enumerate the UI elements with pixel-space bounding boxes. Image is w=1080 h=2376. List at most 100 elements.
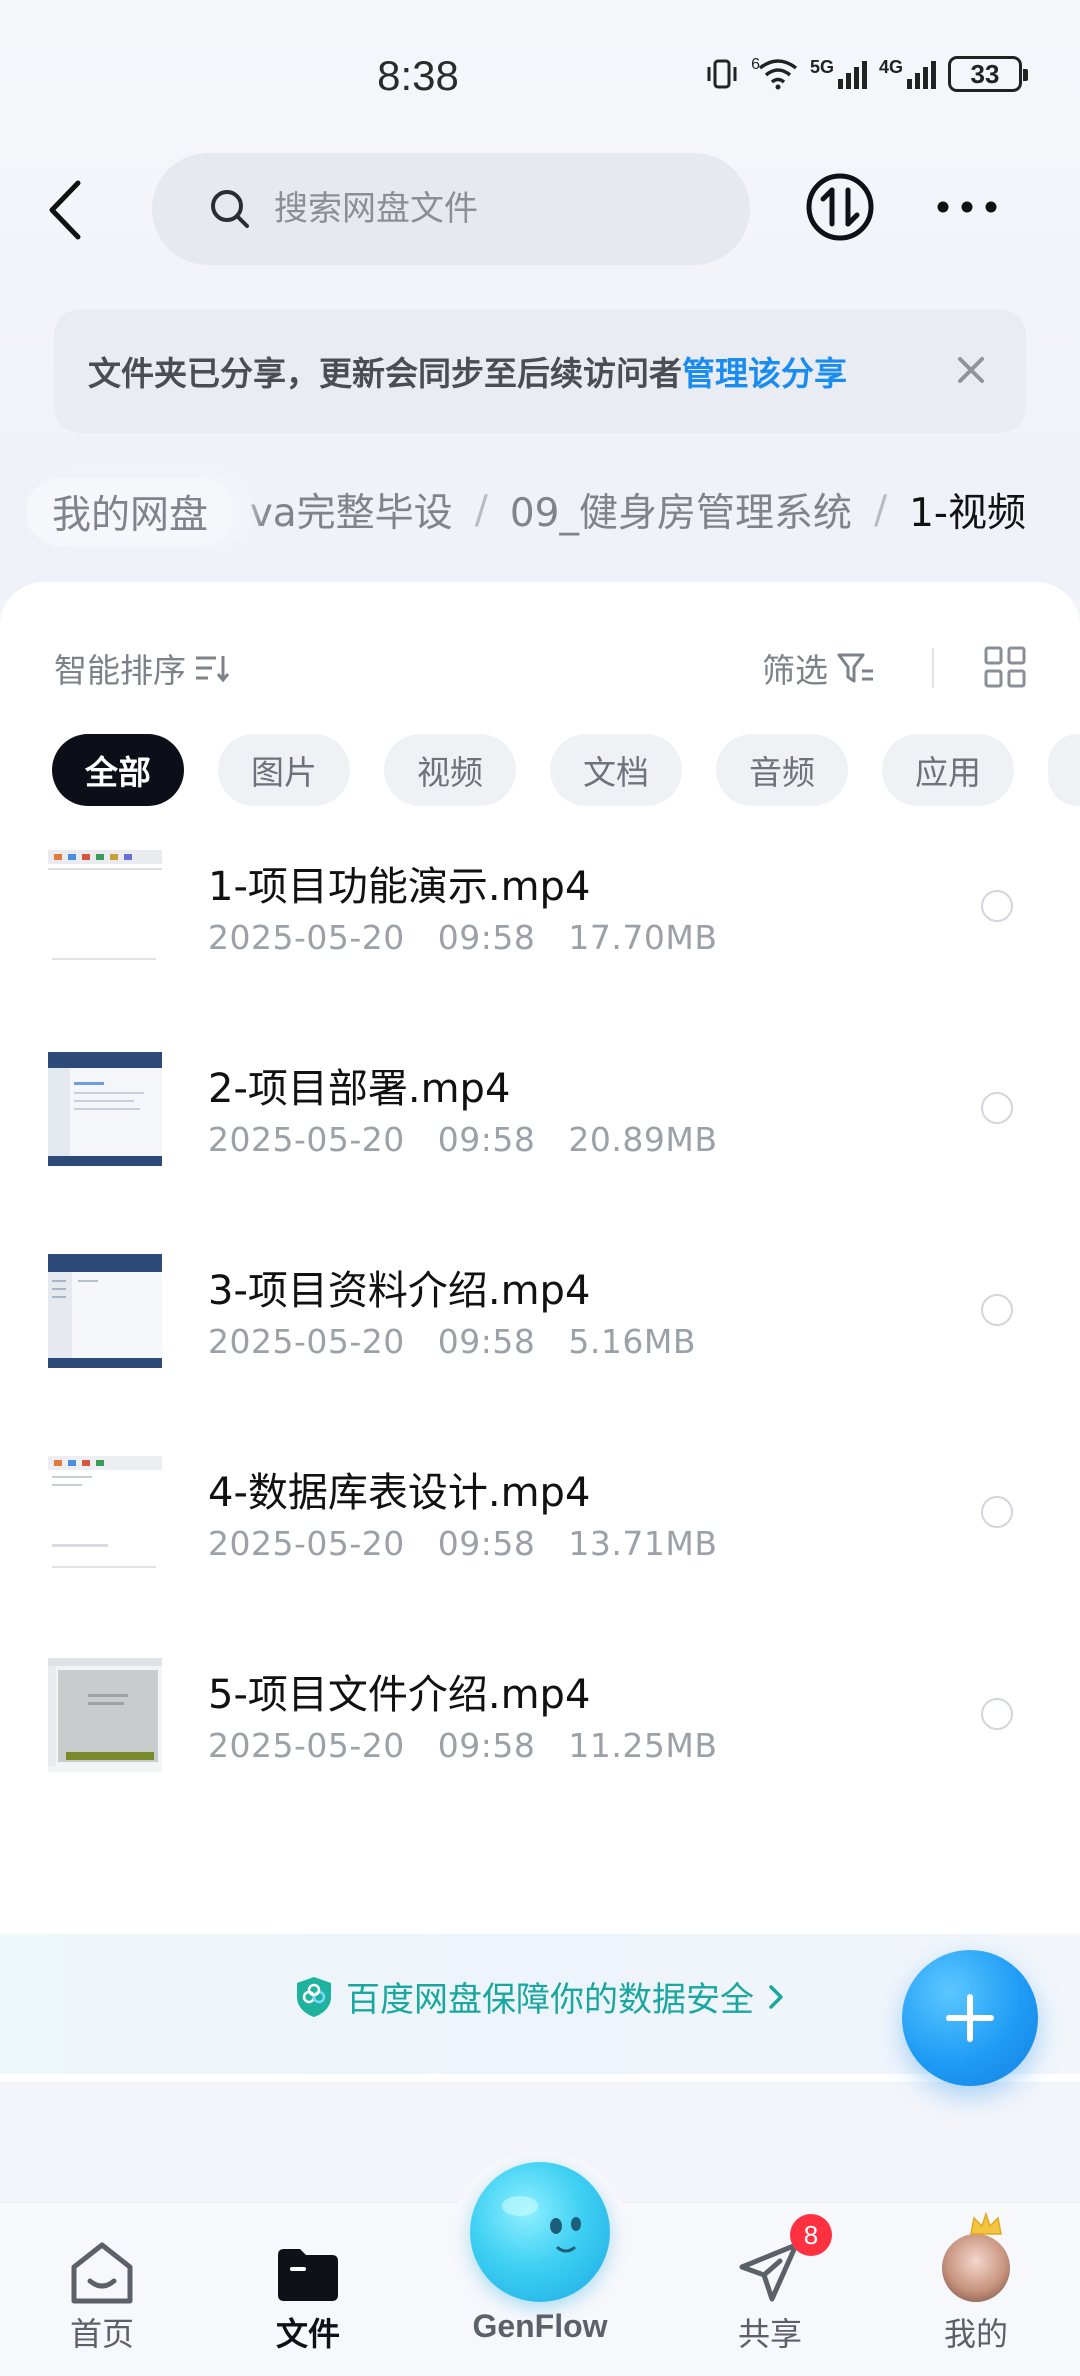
video-thumbnail [48,850,162,964]
thumbnail-image [48,1052,162,1166]
toolbar-divider [932,648,934,688]
nav-home-label: 首页 [69,2315,134,2353]
file-row[interactable]: 5-项目文件介绍.mp4 2025-05-20 09:58 11.25MB [0,1658,1080,1860]
crown-icon [970,2211,1002,2235]
file-size: 20.89MB [568,1120,718,1159]
nav-share-label: 共享 [737,2315,802,2353]
manage-share-link[interactable]: 管理该分享 [682,347,847,395]
file-time: 09:58 [437,1120,536,1159]
sort-label: 智能排序 [54,651,186,690]
video-thumbnail [48,1456,162,1570]
file-date: 2025-05-20 [208,918,405,957]
select-radio[interactable] [981,890,1013,922]
file-date: 2025-05-20 [208,1726,405,1765]
file-date: 2025-05-20 [208,1322,405,1361]
file-size: 13.71MB [568,1524,718,1563]
file-meta: 2025-05-20 09:58 5.16MB [208,1322,696,1361]
avatar[interactable] [942,2234,1010,2302]
breadcrumb-path: va完整毕设 / 09_健身房管理系统 / 1-视频 [250,482,1026,538]
file-time: 09:58 [437,918,536,957]
file-row[interactable]: 2-项目部署.mp4 2025-05-20 09:58 20.89MB [0,1052,1080,1254]
search-box[interactable] [152,153,750,265]
select-radio[interactable] [981,1496,1013,1528]
chip-all[interactable]: 全部 [52,734,184,806]
select-radio[interactable] [981,1092,1013,1124]
chip-documents[interactable]: 文档 [550,734,682,806]
add-button[interactable] [902,1950,1038,2086]
genflow-button[interactable] [470,2162,610,2302]
chip-more[interactable] [1048,734,1080,806]
breadcrumb-home[interactable]: 我的网盘 [26,478,235,546]
category-chips: 全部 图片 视频 文档 音频 应用 [52,734,1080,806]
file-size: 17.70MB [568,918,718,957]
file-time: 09:58 [437,1524,536,1563]
back-arrow-icon [49,180,81,240]
nav-files[interactable]: 文件 [238,2203,378,2376]
sort-button[interactable]: 智能排序 [54,644,230,692]
status-bar: 8:38 6 5G 4G 33 [0,0,1080,150]
battery-level: 33 [970,58,1000,89]
home-icon [71,2242,133,2304]
filter-icon [837,653,873,683]
file-meta: 2025-05-20 09:58 20.89MB [208,1120,717,1159]
filter-button[interactable]: 筛选 [762,644,876,692]
network-4g-label: 4G [878,56,903,77]
genflow-label: GenFlow [472,2308,608,2344]
thumbnail-image [48,1456,162,1570]
folder-icon [278,2249,338,2301]
close-icon[interactable] [954,353,988,387]
plus-icon [946,1994,994,2042]
file-list: 1-项目功能演示.mp4 2025-05-20 09:58 17.70MB 2-… [0,850,1080,1860]
shield-icon [297,1976,331,2017]
nav-mine-label: 我的 [943,2315,1008,2353]
file-time: 09:58 [437,1322,536,1361]
transfer-button[interactable] [805,172,875,242]
nav-home[interactable]: 首页 [32,2203,172,2376]
breadcrumb-separator: / [873,487,888,533]
breadcrumb-item[interactable]: va完整毕设 [250,482,453,538]
thumbnail-image [48,1254,162,1368]
file-name: 1-项目功能演示.mp4 [208,864,591,910]
file-date: 2025-05-20 [208,1120,405,1159]
chip-audio[interactable]: 音频 [716,734,848,806]
file-row[interactable]: 3-项目资料介绍.mp4 2025-05-20 09:58 5.16MB [0,1254,1080,1456]
breadcrumb-current: 1-视频 [909,491,1026,536]
share-notice-text: 文件夹已分享，更新会同步至后续访问者 [88,354,682,393]
file-meta: 2025-05-20 09:58 11.25MB [208,1726,717,1765]
signal-5g-icon [837,59,867,89]
select-radio[interactable] [981,1294,1013,1326]
search-input[interactable] [274,189,694,229]
video-thumbnail [48,1052,162,1166]
file-name: 2-项目部署.mp4 [208,1066,511,1112]
file-name: 3-项目资料介绍.mp4 [208,1268,591,1314]
select-radio[interactable] [981,1698,1013,1730]
more-button[interactable] [935,190,999,224]
chip-apps[interactable]: 应用 [882,734,1014,806]
share-badge: 8 [790,2214,832,2256]
file-meta: 2025-05-20 09:58 13.71MB [208,1524,717,1563]
genflow-mascot-icon [502,2196,581,2253]
video-thumbnail [48,1658,162,1772]
file-name: 4-数据库表设计.mp4 [208,1470,591,1516]
thumbnail-image [48,850,162,964]
vibrate-icon [707,59,737,89]
breadcrumb: va完整毕设 / 09_健身房管理系统 / 1-视频 我的网盘 [0,470,1080,550]
nav-files-label: 文件 [275,2315,340,2353]
signal-4g-icon [907,59,936,89]
file-row[interactable]: 1-项目功能演示.mp4 2025-05-20 09:58 17.70MB [0,850,1080,1052]
file-meta: 2025-05-20 09:58 17.70MB [208,918,717,957]
status-icons: 6 5G 4G 33 [705,56,1028,92]
grid-view-icon[interactable] [984,646,1026,688]
search-icon [211,190,249,228]
breadcrumb-item[interactable]: 09_健身房管理系统 [510,482,852,538]
chip-videos[interactable]: 视频 [384,734,516,806]
video-thumbnail [48,1254,162,1368]
wifi-icon [758,59,798,90]
more-icon [937,201,997,213]
file-row[interactable]: 4-数据库表设计.mp4 2025-05-20 09:58 13.71MB [0,1456,1080,1658]
sort-icon [196,656,230,683]
file-name: 5-项目文件介绍.mp4 [208,1672,591,1718]
chip-images[interactable]: 图片 [218,734,350,806]
back-button[interactable] [44,175,94,245]
network-5g-label: 5G [809,56,834,77]
